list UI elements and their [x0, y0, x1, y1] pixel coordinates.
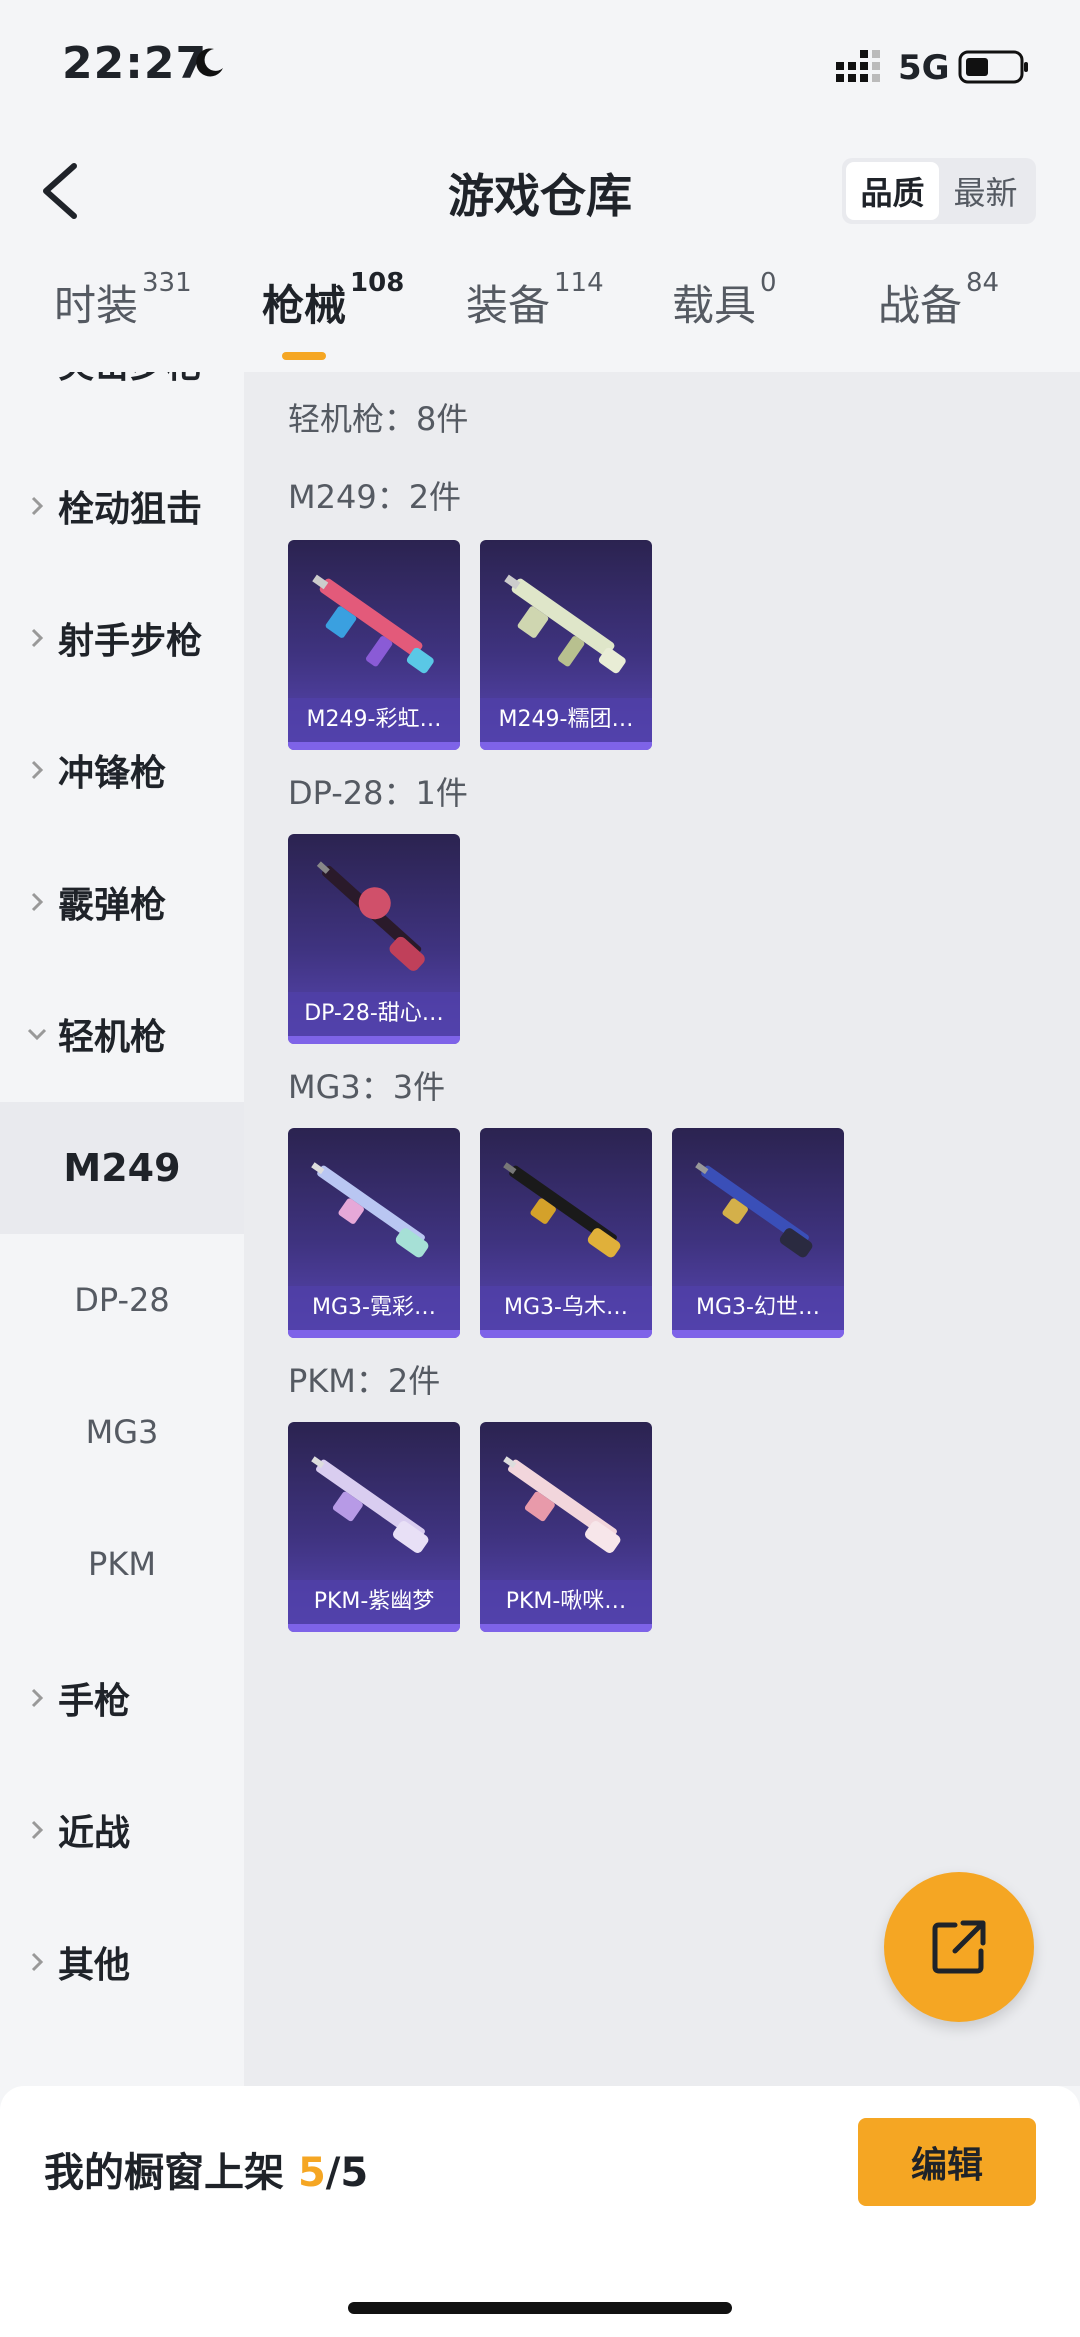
chevron-right-icon	[31, 892, 44, 912]
item-card[interactable]: M249-糯团…	[480, 540, 652, 750]
status-bar: 22:27 5G	[0, 0, 1080, 140]
item-card[interactable]: MG3-幻世…	[672, 1128, 844, 1338]
sidebar-item-label: 冲锋枪	[58, 753, 167, 794]
battery-icon	[958, 50, 1028, 84]
tab-label: 时装	[54, 281, 139, 330]
gun-skin-icon	[311, 1162, 429, 1258]
share-fab-button[interactable]	[884, 1872, 1034, 2022]
sidebar-item-dmr[interactable]: 射手步枪	[0, 572, 244, 704]
group-header-mg3: MG3：3件	[288, 1068, 446, 1106]
gun-skin-icon	[316, 861, 425, 971]
sidebar-item-melee[interactable]: 近战	[0, 1764, 244, 1896]
category-tabs: 时装 331 枪械 108 装备 114 载具 0 战备 84	[0, 268, 1080, 372]
item-name: PKM-紫幽梦	[288, 1580, 460, 1624]
sidebar-sub-mg3[interactable]: MG3	[0, 1366, 244, 1498]
chevron-right-icon	[31, 1820, 44, 1840]
lmg-summary: 轻机枪：8件	[288, 400, 469, 438]
group-header-pkm: PKM：2件	[288, 1362, 441, 1400]
item-name: MG3-乌木…	[480, 1286, 652, 1330]
sidebar-item-label: 其他	[58, 1945, 131, 1986]
item-card[interactable]: M249-彩虹…	[288, 540, 460, 750]
item-name: PKM-啾咪…	[480, 1580, 652, 1624]
moon-icon	[196, 48, 223, 77]
tab-equipment[interactable]: 装备 114	[466, 268, 604, 333]
item-card[interactable]: DP-28-甜心…	[288, 834, 460, 1044]
tab-count: 114	[554, 268, 604, 298]
sidebar-item-label: 近战	[58, 1813, 131, 1854]
item-name: M249-糯团…	[480, 698, 652, 742]
share-icon	[932, 1920, 986, 1974]
sidebar-sub-m249[interactable]: M249	[0, 1102, 244, 1234]
home-indicator[interactable]	[348, 2302, 732, 2314]
sidebar-item-label: 手枪	[58, 1681, 131, 1722]
item-name: MG3-霓彩…	[288, 1286, 460, 1330]
sidebar-item-label: 栓动狙击	[58, 489, 203, 530]
status-time: 22:27	[62, 38, 208, 89]
sort-toggle: 品质 最新	[842, 158, 1036, 224]
sidebar-item-label: 轻机枪	[58, 1017, 167, 1058]
chevron-right-icon	[31, 760, 44, 780]
tab-supplies[interactable]: 战备 84	[878, 268, 999, 333]
tab-vehicles[interactable]: 载具 0	[672, 268, 777, 333]
sidebar-item-other[interactable]: 其他	[0, 1896, 244, 2028]
item-name: DP-28-甜心…	[288, 992, 460, 1036]
gun-skin-icon	[504, 574, 626, 674]
gun-skin-icon	[695, 1162, 813, 1258]
tab-count: 331	[142, 268, 192, 298]
sidebar-sub-pkm[interactable]: PKM	[0, 1498, 244, 1630]
tab-fashion[interactable]: 时装 331	[54, 268, 192, 333]
sidebar-item-pistol[interactable]: 手枪	[0, 1632, 244, 1764]
showcase-status: 我的橱窗上架 5/5	[44, 2140, 368, 2198]
sidebar-item-shotgun[interactable]: 霰弹枪	[0, 836, 244, 968]
sidebar-item-bolt-sniper[interactable]: 栓动狙击	[0, 440, 244, 572]
group-header-m249: M249：2件	[288, 478, 462, 516]
chevron-right-icon	[31, 1688, 44, 1708]
gun-skin-icon	[311, 1456, 429, 1553]
gun-skin-icon	[312, 574, 434, 674]
item-card[interactable]: MG3-乌木…	[480, 1128, 652, 1338]
sidebar-item-label: 射手步枪	[58, 621, 203, 662]
tab-label: 载具	[672, 281, 757, 330]
gun-skin-icon	[503, 1456, 621, 1553]
item-name: M249-彩虹…	[288, 698, 460, 742]
tab-count: 108	[350, 268, 405, 298]
sidebar-item-label: 突击步枪	[58, 372, 202, 388]
showcase-count: 5	[297, 2150, 326, 2196]
sort-newest-button[interactable]: 最新	[939, 162, 1032, 220]
tab-underline	[282, 352, 326, 360]
item-card[interactable]: PKM-啾咪…	[480, 1422, 652, 1632]
sidebar-item-assault-rifle[interactable]: 突击步枪	[0, 372, 244, 428]
sort-quality-button[interactable]: 品质	[846, 162, 939, 220]
tab-count: 84	[966, 268, 1000, 298]
category-sidebar[interactable]: 突击步枪 栓动狙击 射手步枪 冲锋枪 霰弹枪 轻机枪 M249 DP-28 MG…	[0, 372, 244, 2086]
group-header-dp28: DP-28：1件	[288, 774, 468, 812]
item-grid-panel[interactable]: 轻机枪：8件 M249：2件 M249-彩虹… M249-糯团… DP-28：1…	[244, 372, 1080, 2086]
edit-button[interactable]: 编辑	[858, 2118, 1036, 2206]
signal-icon	[836, 50, 880, 82]
chevron-down-icon	[27, 1028, 47, 1041]
chevron-right-icon	[31, 1952, 44, 1972]
bottom-bar: 我的橱窗上架 5/5 编辑	[0, 2086, 1080, 2337]
tab-label: 装备	[466, 281, 551, 330]
sidebar-item-label: 霰弹枪	[58, 885, 167, 926]
chevron-right-icon	[31, 628, 44, 648]
tab-count: 0	[760, 268, 777, 298]
chevron-right-icon	[31, 496, 44, 516]
item-name: MG3-幻世…	[672, 1286, 844, 1330]
sidebar-item-smg[interactable]: 冲锋枪	[0, 704, 244, 836]
tab-label: 战备	[878, 281, 963, 330]
chevron-down-icon	[24, 372, 50, 375]
sidebar-sub-dp28[interactable]: DP-28	[0, 1234, 244, 1366]
tab-label: 枪械	[262, 281, 347, 330]
sidebar-item-lmg[interactable]: 轻机枪	[0, 968, 244, 1100]
showcase-total: /5	[325, 2150, 369, 2196]
showcase-label: 我的橱窗上架	[44, 2150, 298, 2196]
gun-skin-icon	[503, 1162, 621, 1258]
tab-firearms[interactable]: 枪械 108	[262, 268, 404, 360]
network-label: 5G	[898, 48, 950, 88]
item-card[interactable]: MG3-霓彩…	[288, 1128, 460, 1338]
item-card[interactable]: PKM-紫幽梦	[288, 1422, 460, 1632]
